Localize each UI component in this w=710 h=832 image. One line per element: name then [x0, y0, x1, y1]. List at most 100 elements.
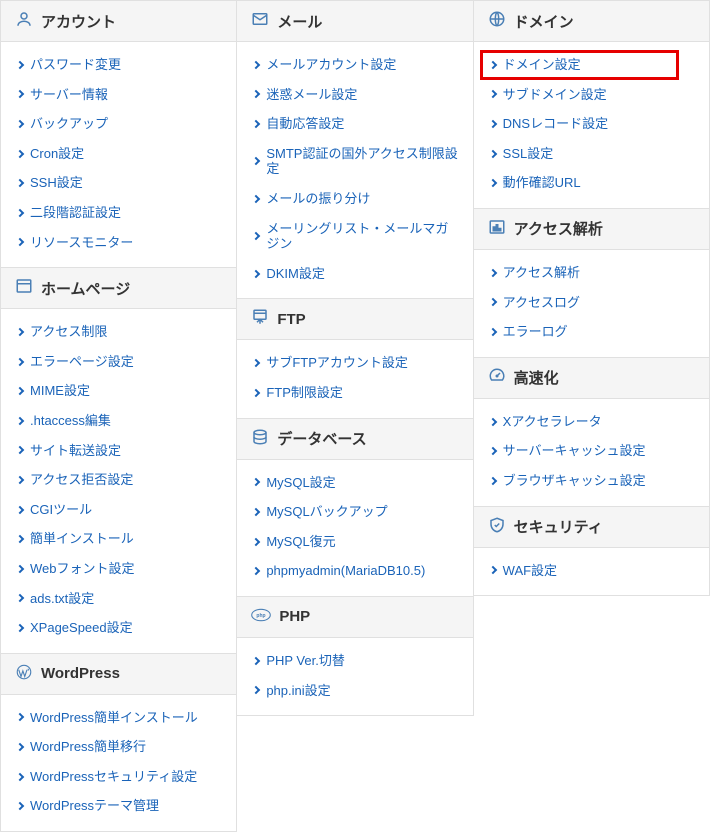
menu-item-label: パスワード変更 [30, 57, 121, 73]
menu-item-label: Cron設定 [30, 146, 84, 162]
chevron-right-icon [16, 772, 24, 780]
menu-item-エラーログ[interactable]: エラーログ [474, 317, 709, 347]
section-title: アクセス解析 [514, 218, 603, 239]
chevron-right-icon [252, 478, 260, 486]
menu-item-mime設定[interactable]: MIME設定 [1, 376, 236, 406]
chevron-right-icon [488, 61, 496, 69]
chevron-right-icon [16, 446, 24, 454]
menu-item-label: ブラウザキャッシュ設定 [503, 473, 646, 489]
menu-item-dnsレコード設定[interactable]: DNSレコード設定 [474, 109, 709, 139]
menu-item-サイト転送設定[interactable]: サイト転送設定 [1, 436, 236, 466]
menu-item-サーバー情報[interactable]: サーバー情報 [1, 80, 236, 110]
chevron-right-icon [16, 238, 24, 246]
menu-item-php-ver-切替[interactable]: PHP Ver.切替 [237, 646, 472, 676]
chevron-right-icon [16, 594, 24, 602]
chevron-right-icon [16, 61, 24, 69]
chevron-right-icon [488, 90, 496, 98]
menu-item-簡単インストール[interactable]: 簡単インストール [1, 524, 236, 554]
menu-item-ftp制限設定[interactable]: FTP制限設定 [237, 378, 472, 408]
settings-column: アカウントパスワード変更サーバー情報バックアップCron設定SSH設定二段階認証… [1, 1, 237, 832]
chevron-right-icon [488, 476, 496, 484]
section-header-php: phpPHP [237, 597, 473, 638]
menu-item-label: MySQL設定 [266, 475, 335, 491]
menu-item-label: エラーログ [503, 324, 568, 340]
menu-item-ads-txt設定[interactable]: ads.txt設定 [1, 584, 236, 614]
section-title: セキュリティ [514, 516, 603, 537]
menu-item-サーバーキャッシュ設定[interactable]: サーバーキャッシュ設定 [474, 436, 709, 466]
section-header-高速化: 高速化 [474, 358, 710, 399]
menu-item-webフォント設定[interactable]: Webフォント設定 [1, 554, 236, 584]
menu-item-label: エラーページ設定 [30, 354, 134, 370]
menu-item-cgiツール[interactable]: CGIツール [1, 495, 236, 525]
menu-item-mysql復元[interactable]: MySQL復元 [237, 527, 472, 557]
menu-item-動作確認url[interactable]: 動作確認URL [474, 168, 709, 198]
menu-item-label: ドメイン設定 [503, 57, 581, 73]
menu-item-smtp認証の国外アクセス制限設定[interactable]: SMTP認証の国外アクセス制限設定 [237, 139, 472, 184]
menu-item-xアクセラレータ[interactable]: Xアクセラレータ [474, 407, 709, 437]
menu-item-wordpress簡単インストール[interactable]: WordPress簡単インストール [1, 703, 236, 733]
chevron-right-icon [16, 120, 24, 128]
menu-item-label: DNSレコード設定 [503, 116, 608, 132]
menu-item-ドメイン設定[interactable]: ドメイン設定 [474, 50, 709, 80]
chevron-right-icon [252, 537, 260, 545]
menu-item-アクセス拒否設定[interactable]: アクセス拒否設定 [1, 465, 236, 495]
menu-item-サブftpアカウント設定[interactable]: サブFTPアカウント設定 [237, 348, 472, 378]
menu-item-メールアカウント設定[interactable]: メールアカウント設定 [237, 50, 472, 80]
menu-item-ssh設定[interactable]: SSH設定 [1, 168, 236, 198]
menu-item-バックアップ[interactable]: バックアップ [1, 109, 236, 139]
menu-item-アクセス解析[interactable]: アクセス解析 [474, 258, 709, 288]
menu-item-label: サブFTPアカウント設定 [266, 355, 408, 371]
chevron-right-icon [252, 157, 260, 165]
section-header-ホームページ: ホームページ [1, 268, 237, 309]
menu-item-label: リソースモニター [30, 235, 133, 251]
menu-item-自動応答設定[interactable]: 自動応答設定 [237, 109, 472, 139]
menu-item-メールの振り分け[interactable]: メールの振り分け [237, 184, 472, 214]
menu-item-label: SMTP認証の国外アクセス制限設定 [266, 146, 458, 177]
section-items: Xアクセラレータサーバーキャッシュ設定ブラウザキャッシュ設定 [474, 399, 710, 507]
menu-item-wordpress簡単移行[interactable]: WordPress簡単移行 [1, 732, 236, 762]
chevron-right-icon [16, 564, 24, 572]
chevron-right-icon [16, 743, 24, 751]
menu-item-サブドメイン設定[interactable]: サブドメイン設定 [474, 80, 709, 110]
menu-item-ブラウザキャッシュ設定[interactable]: ブラウザキャッシュ設定 [474, 466, 709, 496]
section-items: MySQL設定 MySQLバックアップMySQL復元phpmyadmin(Mari… [237, 460, 473, 597]
menu-item-wordpressセキュリティ設定[interactable]: WordPressセキュリティ設定 [1, 762, 236, 792]
section-title: ドメイン [514, 11, 574, 32]
menu-item-dkim設定[interactable]: DKIM設定 [237, 259, 472, 289]
section-header-ftp: FTP [237, 299, 473, 340]
menu-item-htaccess編集[interactable]: .htaccess編集 [1, 406, 236, 436]
menu-item-cron設定[interactable]: Cron設定 [1, 139, 236, 169]
menu-item-php-ini設定[interactable]: php.ini設定 [237, 676, 472, 706]
section-title: ホームページ [41, 278, 130, 299]
menu-item-label: 自動応答設定 [266, 116, 344, 132]
chevron-right-icon [16, 179, 24, 187]
menu-item-パスワード変更[interactable]: パスワード変更 [1, 50, 236, 80]
menu-item-アクセス制限[interactable]: アクセス制限 [1, 317, 236, 347]
menu-item-label: XPageSpeed設定 [30, 620, 133, 636]
menu-item-アクセスログ[interactable]: アクセスログ [474, 288, 709, 318]
menu-item-mysqlバックアップ[interactable]: MySQLバックアップ [237, 497, 472, 527]
menu-item-label: FTP制限設定 [266, 385, 343, 401]
wordpress-icon [15, 663, 33, 685]
menu-item-label: アクセス解析 [503, 265, 580, 281]
menu-item-エラーページ設定[interactable]: エラーページ設定 [1, 347, 236, 377]
menu-item-mysql設定[interactable]: MySQL設定 [237, 468, 472, 498]
chevron-right-icon [16, 624, 24, 632]
chevron-right-icon [488, 566, 496, 574]
menu-item-迷惑メール設定[interactable]: 迷惑メール設定 [237, 80, 472, 110]
menu-item-label: 迷惑メール設定 [266, 87, 357, 103]
menu-item-メーリングリスト・メールマガジン[interactable]: メーリングリスト・メールマガジン [237, 214, 472, 259]
menu-item-ssl設定[interactable]: SSL設定 [474, 139, 709, 169]
menu-item-wordpressテーマ管理[interactable]: WordPressテーマ管理 [1, 791, 236, 821]
menu-item-waf設定[interactable]: WAF設定 [474, 556, 709, 586]
menu-item-リソースモニター[interactable]: リソースモニター [1, 228, 236, 258]
chevron-right-icon [252, 195, 260, 203]
menu-item-xpagespeed設定[interactable]: XPageSpeed設定 [1, 613, 236, 643]
window-icon [15, 277, 33, 299]
speed-icon [488, 367, 506, 389]
section-items: パスワード変更サーバー情報バックアップ Cron設定 SSH設定二段階認証設定リソー… [1, 42, 237, 268]
menu-item-phpmyadmin-mariadb10-5[interactable]: phpmyadmin(MariaDB10.5) [237, 556, 472, 586]
menu-item-label: 簡単インストール [30, 531, 134, 547]
menu-item-二段階認証設定[interactable]: 二段階認証設定 [1, 198, 236, 228]
section-items: メールアカウント設定迷惑メール設定自動応答設定 SMTP認証の国外アクセス制限設定… [237, 42, 473, 299]
